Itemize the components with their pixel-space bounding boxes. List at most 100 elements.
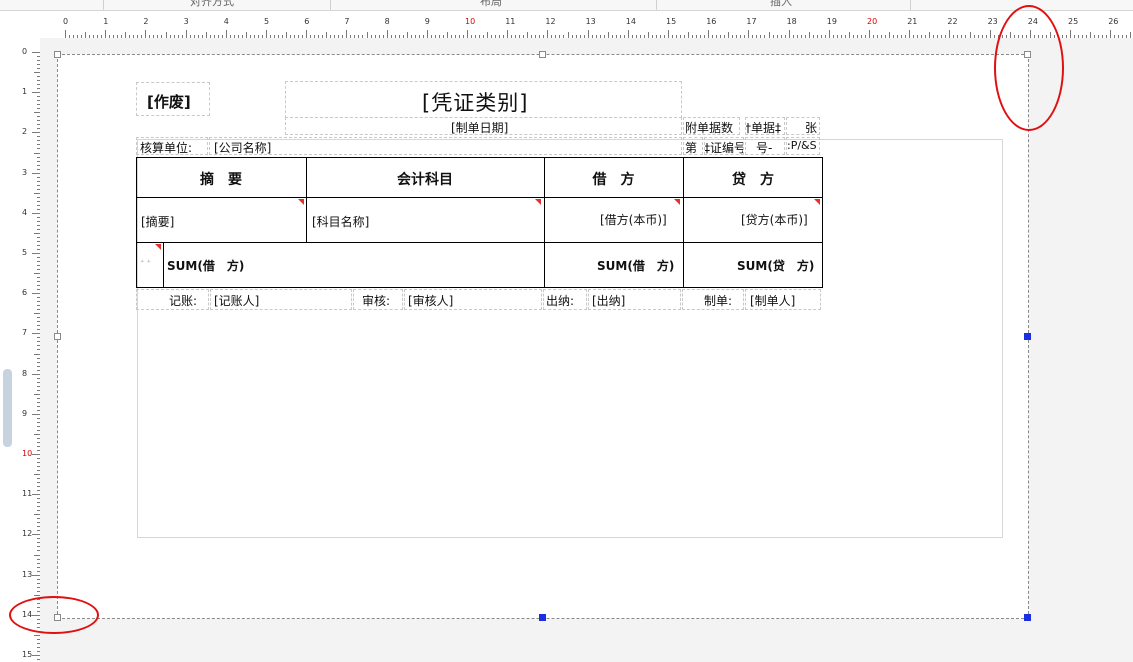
ruler-label: 22 [947, 17, 958, 26]
cashier-cell[interactable]: [出纳] [588, 289, 681, 310]
ruler-label: 11 [22, 489, 33, 499]
title-cell[interactable]: [凭证类别] [285, 81, 682, 118]
tab-insert[interactable]: 插入 [770, 0, 792, 9]
ruler-label: 8 [384, 17, 390, 26]
debit-field[interactable]: [借方(本币)] [600, 211, 667, 228]
ruler-tick [386, 30, 388, 38]
ruler-label: 12 [22, 529, 33, 539]
maker-label-cell[interactable]: 制单: [682, 289, 744, 310]
ruler-label: 20 [867, 17, 878, 26]
ruler-tick [32, 574, 40, 576]
bookkeeper-label-cell[interactable]: 记账: [136, 289, 209, 310]
ruler-label: 5 [22, 248, 28, 257]
reviewer-field: [审核人] [408, 294, 454, 308]
annotation-circle-bottom-left [9, 596, 99, 634]
ruler-tick [989, 30, 991, 38]
ribbon-separator [103, 0, 104, 10]
attach-label-cell[interactable]: 附单据数 [683, 117, 740, 135]
ribbon-separator [656, 0, 657, 10]
page-label: 第 [685, 141, 698, 155]
attach-value: †单据‡ [745, 121, 782, 135]
ruler-label: 10 [22, 449, 33, 458]
ruler-tick [869, 30, 870, 38]
annotation-circle-top-right [994, 5, 1064, 131]
total-debit-field[interactable]: SUM(借 方) [597, 257, 674, 274]
cell-marker-icon [814, 199, 820, 205]
ruler-label: 21 [907, 17, 918, 26]
horizontal-ruler[interactable]: 0 1 2 3 4 5 6 7 8 9 10 11 12 13 14 15 16 17 18 19 20 21 22 23 24… [40, 11, 1133, 39]
ruler-label: 4 [223, 17, 229, 26]
table-divider [163, 242, 164, 288]
company-label-cell[interactable]: 核算单位: [136, 137, 208, 155]
ruler-tick [828, 30, 830, 38]
resize-handle[interactable] [1024, 333, 1031, 340]
reviewer-cell[interactable]: [审核人] [404, 289, 542, 310]
ruler-tick [145, 30, 147, 38]
total-debit-label[interactable]: SUM(借 方) [167, 257, 244, 274]
ruler-tick [426, 30, 428, 38]
voucher-no-cell[interactable]: ‡证编号 [704, 137, 744, 155]
side-panel-handle[interactable] [3, 369, 12, 447]
bookkeeper-cell[interactable]: [记账人] [210, 289, 352, 310]
column-header-credit[interactable]: 贷 方 [683, 169, 823, 189]
attach-value-cell[interactable]: †单据‡ [745, 117, 785, 135]
column-header-debit[interactable]: 借 方 [544, 169, 683, 189]
ruler-tick [105, 30, 107, 38]
ruler-label: 7 [344, 17, 350, 26]
page-expr-cell[interactable]: :P/&S [786, 137, 820, 155]
column-header-account[interactable]: 会计科目 [306, 169, 544, 189]
attach-unit-cell[interactable]: 张 [786, 117, 820, 135]
page-label-cell[interactable]: 第 [683, 137, 703, 155]
ruler-tick [306, 30, 308, 38]
ruler-tick [32, 253, 40, 254]
ruler-tick [547, 30, 549, 38]
ruler-corner [0, 11, 40, 38]
ruler-label: 0 [22, 47, 28, 56]
voucher-date: [制单日期] [451, 121, 509, 135]
ruler-tick [32, 494, 40, 496]
ruler-label: 18 [786, 17, 797, 26]
ruler-label: 15 [666, 17, 677, 26]
total-credit-field[interactable]: SUM(贷 方) [737, 257, 814, 274]
ruler-label: 25 [1068, 17, 1079, 26]
ruler-tick [32, 172, 40, 174]
cell-marker-icon [298, 199, 304, 205]
resize-handle[interactable] [539, 614, 546, 621]
expand-icon[interactable]: ⁺ ⁺ [140, 258, 151, 267]
ruler-label: 16 [706, 17, 717, 26]
cell-marker-icon [674, 199, 680, 205]
ruler-tick [32, 413, 40, 415]
credit-field[interactable]: [贷方(本币)] [741, 211, 808, 228]
cashier-label-cell[interactable]: 出纳: [543, 289, 587, 310]
ruler-tick [32, 132, 40, 134]
vertical-ruler[interactable]: 0 1 2 3 4 5 6 7 8 9 10 11 12 13 14 15 [0, 38, 41, 662]
ruler-label: 15 [22, 650, 33, 659]
summary-field[interactable]: [摘要] [141, 213, 174, 230]
maker-cell[interactable]: [制单人] [745, 289, 821, 310]
ruler-label: 2 [22, 127, 28, 137]
tab-layout[interactable]: 布局 [480, 0, 502, 9]
ruler-tick [949, 30, 951, 38]
ruler-tick [32, 333, 40, 335]
number-label: 号- [756, 141, 773, 155]
tab-align[interactable]: 对齐方式 [190, 0, 234, 9]
reviewer-label-cell[interactable]: 审核: [353, 289, 403, 310]
ruler-label: 11 [505, 17, 516, 26]
resize-handle[interactable] [539, 51, 546, 58]
resize-handle[interactable] [54, 333, 61, 340]
resize-handle[interactable] [54, 51, 61, 58]
company-value-cell[interactable]: [公司名称] [209, 137, 682, 155]
void-stamp-cell[interactable]: [作废] [136, 82, 210, 116]
ruler-tick [32, 293, 40, 295]
ruler-tick [266, 30, 267, 38]
ribbon-separator [910, 0, 911, 10]
ruler-tick [32, 655, 40, 656]
account-name-field[interactable]: [科目名称] [312, 213, 369, 230]
column-header-summary[interactable]: 摘 要 [136, 169, 306, 189]
resize-handle[interactable] [1024, 614, 1031, 621]
number-cell[interactable]: 号- [745, 137, 785, 155]
ruler-tick [65, 30, 66, 38]
attach-unit: 张 [805, 121, 818, 135]
date-cell[interactable]: [制单日期] [285, 117, 682, 135]
ruler-tick [627, 30, 629, 38]
